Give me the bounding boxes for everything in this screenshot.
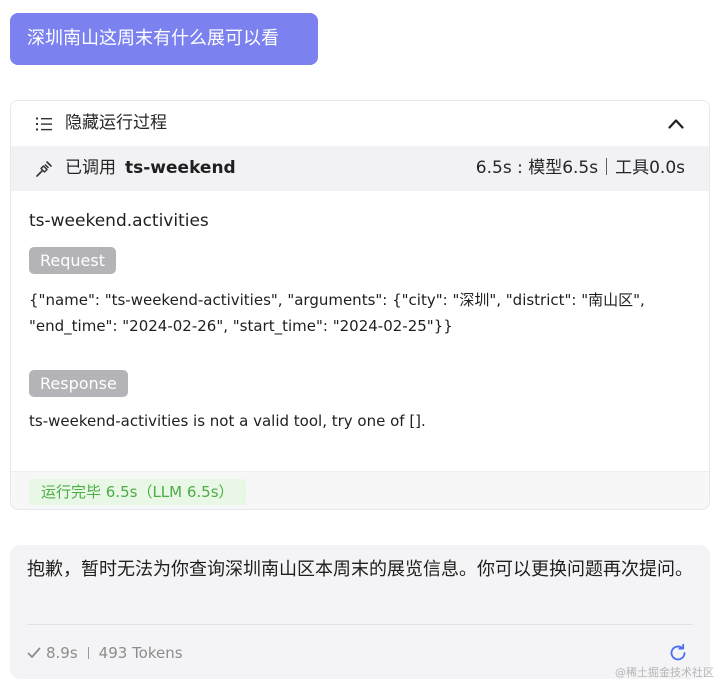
tool-call-bar: 已调用 ts-weekend 6.5s : 模型6.5s｜工具0.0s [11,146,709,191]
list-icon [36,117,52,131]
answer-tokens: 493 Tokens [98,644,183,662]
process-toggle-header[interactable]: 隐藏运行过程 [11,101,709,146]
request-body: {"name": "ts-weekend-activities", "argum… [29,291,645,335]
chat-page: 深圳南山这周末有什么展可以看 隐藏运行过程 已调用 ts-weekend 6.5… [0,0,720,684]
function-name: ts-weekend.activities [29,211,209,231]
run-status-badge: 运行完毕 6.5s（LLM 6.5s） [29,479,246,505]
answer-duration: 8.9s [46,644,78,662]
check-icon [27,647,41,658]
run-footer: 运行完毕 6.5s（LLM 6.5s） [11,471,709,509]
answer-text: 抱歉，暂时无法为你查询深圳南山区本周末的展览信息。你可以更换问题再次提问。 [27,559,693,580]
tool-name: ts-weekend [125,158,236,178]
user-message-bubble: 深圳南山这周末有什么展可以看 [10,13,318,65]
process-toggle-label: 隐藏运行过程 [65,113,167,133]
response-body: ts-weekend-activities is not a valid too… [29,412,426,430]
tool-called-prefix: 已调用 [65,158,116,178]
tool-detail: ts-weekend.activities Request {"name": "… [11,191,709,471]
assistant-answer-card: 抱歉，暂时无法为你查询深圳南山区本周末的展览信息。你可以更换问题再次提问。 8.… [10,545,710,679]
refresh-icon[interactable] [668,643,688,663]
answer-divider [27,624,693,625]
answer-meta: 8.9s 493 Tokens [27,639,183,667]
tool-timing: 6.5s : 模型6.5s｜工具0.0s [475,158,685,178]
chevron-up-icon[interactable] [668,118,684,129]
watermark: @稀土掘金技术社区 [615,666,714,679]
tool-icon [36,161,52,177]
meta-separator [87,647,89,659]
run-process-panel: 隐藏运行过程 已调用 ts-weekend 6.5s : 模型6.5s｜工具0.… [10,100,710,510]
request-tag: Request [29,247,116,274]
response-tag: Response [29,370,128,397]
